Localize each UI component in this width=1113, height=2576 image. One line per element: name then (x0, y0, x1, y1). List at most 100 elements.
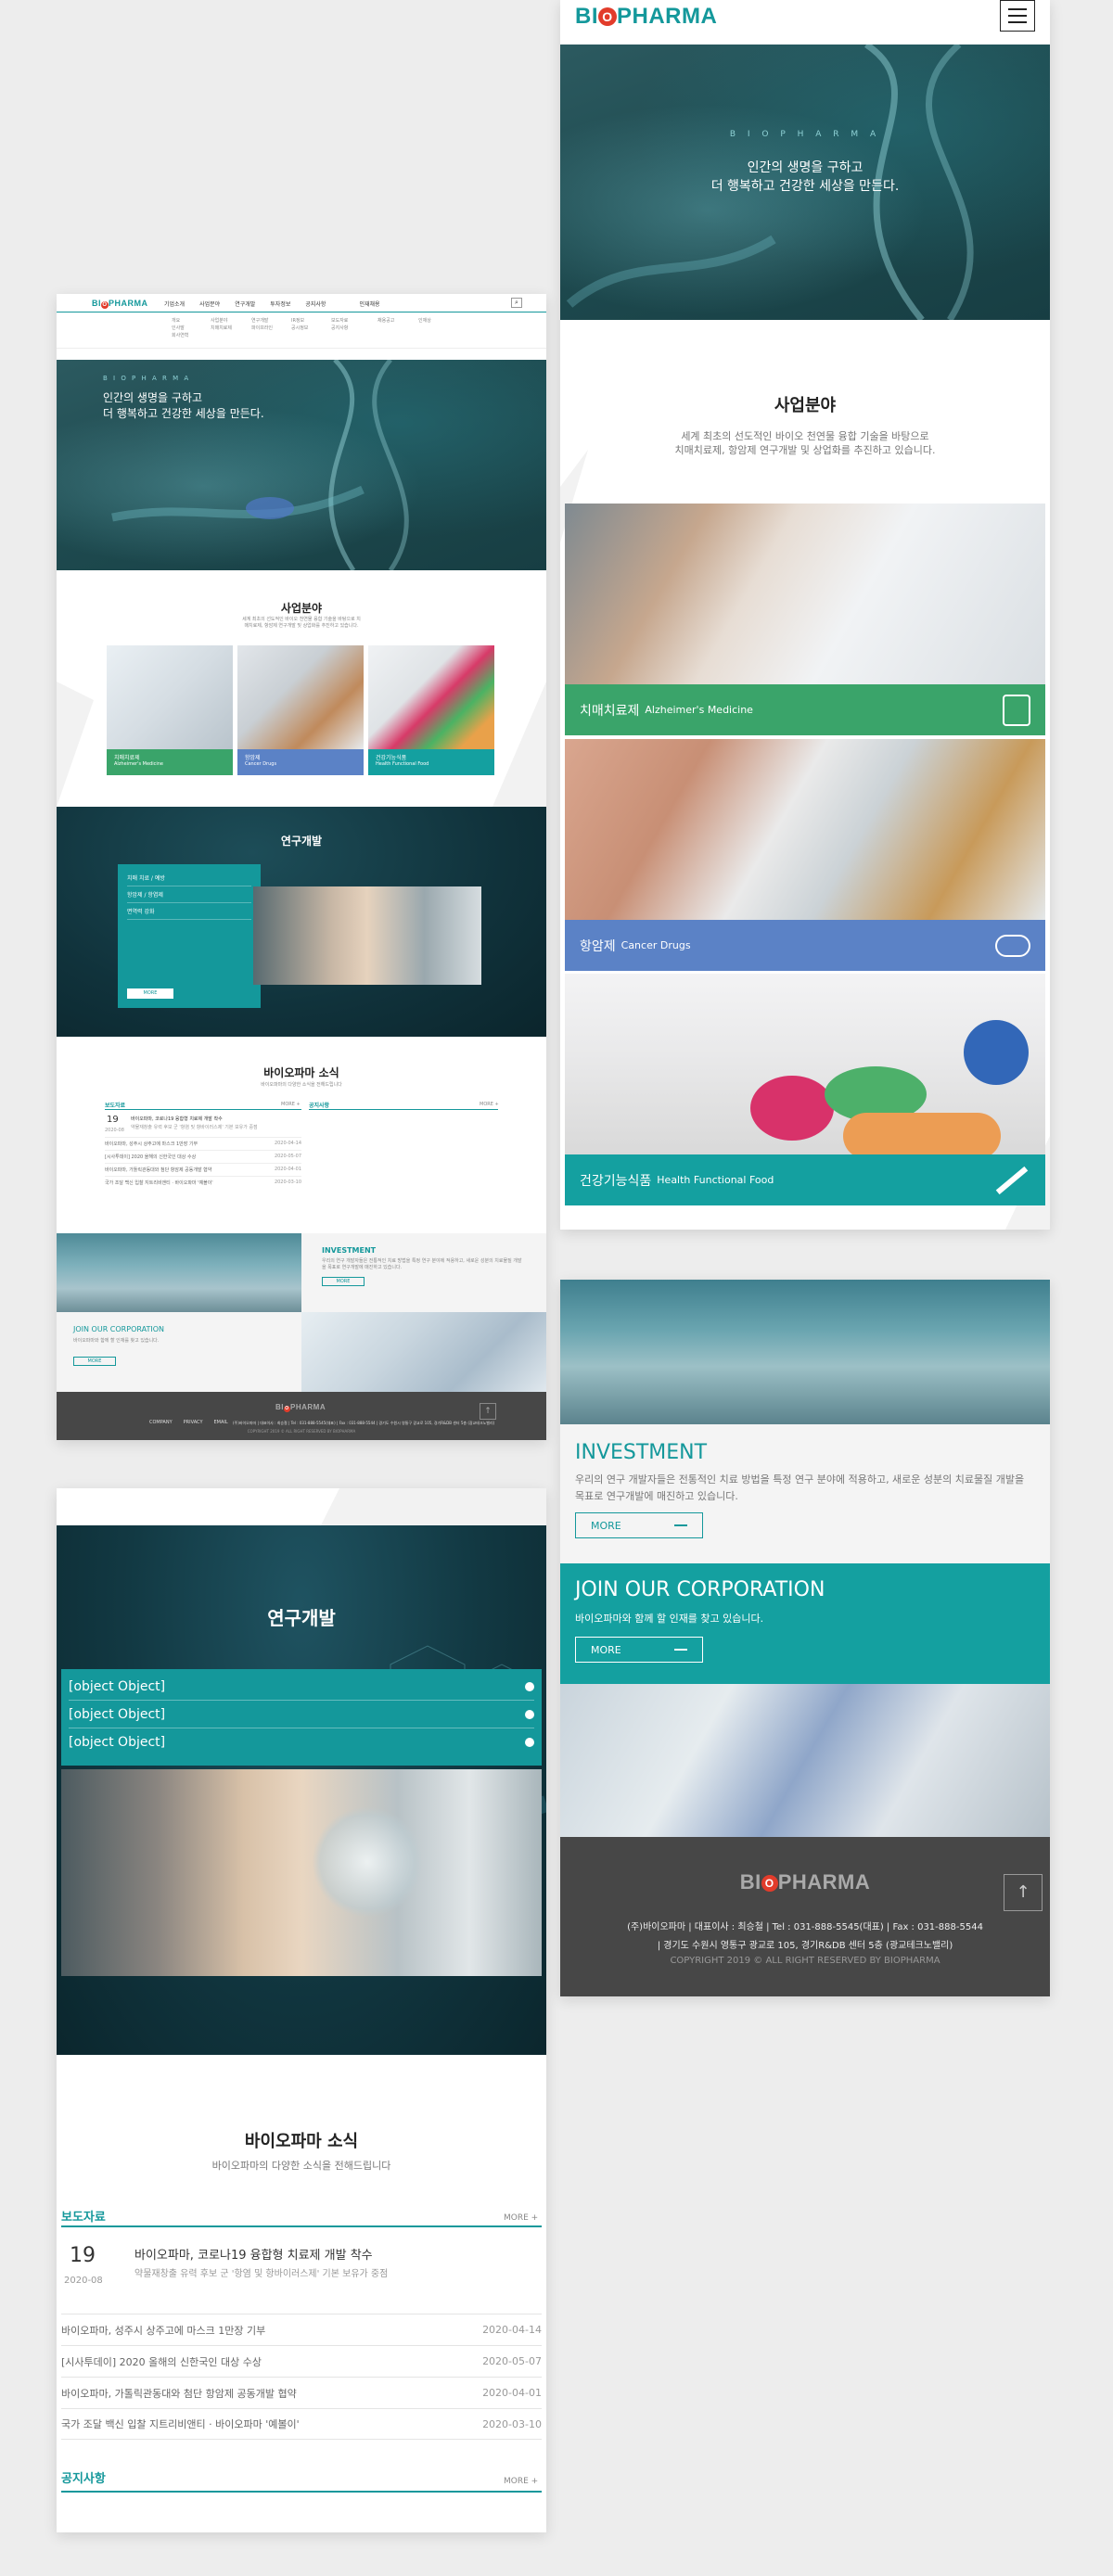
footer-info: (주)바이오파마 | 대표이사 : 최승철 | Tel : 031-888-55… (233, 1421, 495, 1425)
submenu-link[interactable]: 채용공고 (377, 317, 394, 325)
scientist-image (253, 886, 481, 985)
press-more-link[interactable]: MORE + (281, 1102, 301, 1107)
card-subtitle: Cancer Drugs (620, 939, 691, 951)
bullet-dot-icon (525, 1681, 534, 1691)
submenu-link[interactable]: 회사연혁 (172, 332, 188, 339)
mobile-footer-line-1: (주)바이오파마 | 대표이사 : 최승철 | Tel : 031-888-55… (627, 1922, 983, 1932)
news-row[interactable]: 바이오파마, 성주시 상주고에 마스크 1만장 기부 2020-04-14 (61, 2314, 542, 2345)
submenu-link[interactable]: IR정보 (291, 317, 308, 325)
investment-desc: 우리의 연구 개발자들은 전통적인 치료 방법을 특정 연구 분야에 적용하고,… (322, 1258, 522, 1270)
rnd-item[interactable]: [object Object] (69, 1673, 534, 1701)
news-row[interactable]: [시사투데이] 2020 올해의 신한국인 대상 수상 2020-05-07 (61, 2345, 542, 2377)
join-more-button[interactable]: MORE (73, 1357, 116, 1366)
mobile-rnd-mockup: 연구개발 [object Object] [object Object] [ob… (57, 1488, 546, 2532)
mobile-hero-line-2: 더 행복하고 건강한 세상을 만든다. (710, 179, 900, 194)
footer-link[interactable]: PRIVACY (184, 1420, 203, 1425)
card-title: 항암제 (580, 938, 616, 954)
mobile-notice-more-link[interactable]: MORE + (504, 2477, 538, 2486)
submenu-link[interactable]: 공지사항 (331, 325, 348, 332)
nav-item[interactable]: 투자정보 (270, 300, 290, 308)
rnd-item[interactable]: [object Object] (69, 1701, 534, 1728)
mobile-join-more-button[interactable]: MORE (575, 1637, 703, 1663)
business-card[interactable]: 치매치료제 Alzheimer's Medicine (107, 645, 233, 775)
rnd-item[interactable]: [object Object] (69, 1728, 534, 1756)
nav-item[interactable]: 연구개발 (235, 300, 255, 308)
rnd-item[interactable]: 항암제 / 항염제 (127, 886, 251, 903)
diagonal-decoration (321, 1488, 546, 1525)
rnd-item[interactable]: 면역력 강화 (127, 903, 251, 920)
mobile-biz-desc-2: 치매치료제, 항암제 연구개발 및 상업화를 추진하고 있습니다. (674, 444, 936, 456)
bullet-dot-icon (525, 1738, 534, 1747)
mobile-featured-title[interactable]: 바이오파마, 코로나19 융합형 치료제 개발 착수 (134, 2245, 373, 2263)
press-label[interactable]: 보도자료 (105, 1101, 125, 1109)
mobile-join-desc: 바이오파마와 함께 할 인재를 찾고 있습니다. (575, 1613, 764, 1625)
card-title: 치매치료제 (580, 703, 640, 719)
desktop-logo[interactable]: BIOPHARMA (92, 299, 148, 309)
desktop-news-section: 바이오파마 소식 바이오파마의 다양한 소식을 전해드립니다 보도자료 MORE… (57, 1037, 546, 1233)
mobile-footer: BI O PHARMA (주)바이오파마 | 대표이사 : 최승철 | Tel : … (560, 1837, 1050, 1996)
rnd-more-button[interactable]: MORE (127, 988, 173, 999)
scroll-top-icon[interactable]: ↑ (480, 1403, 496, 1420)
news-title: 바이오파마 소식 (263, 1066, 339, 1079)
card-subtitle: Cancer Drugs (245, 761, 277, 767)
mobile-press-more-link[interactable]: MORE + (504, 2213, 538, 2223)
submenu-link[interactable]: 사업분야 (211, 317, 232, 325)
mobile-join-image (560, 1684, 1050, 1837)
investment-more-button[interactable]: MORE (322, 1277, 365, 1286)
submenu-link[interactable]: 파이프라인 (251, 325, 273, 332)
scroll-top-icon[interactable]: ↑ (1004, 1874, 1043, 1911)
mobile-biz-title: 사업분야 (774, 396, 837, 415)
mobile-investment-more-button[interactable]: MORE (575, 1512, 703, 1538)
news-subtitle: 바이오파마의 다양한 소식을 전해드립니다 (261, 1082, 342, 1088)
business-card[interactable]: 건강기능식품 Health Functional Food (368, 645, 494, 775)
business-card[interactable]: 항암제 Cancer Drugs (237, 645, 364, 775)
desktop-header: BIOPHARMA 기업소개 사업분야 연구개발 투자정보 공지사항 인재채용 … (57, 294, 546, 312)
submenu-link[interactable]: 연구개발 (251, 317, 273, 325)
footer-link[interactable]: EMAIL (214, 1420, 228, 1425)
submenu-link[interactable]: 인사말 (172, 325, 188, 332)
mobile-scientist-image (61, 1769, 542, 1976)
submenu-link[interactable]: 인재상 (418, 317, 431, 325)
mobile-rnd-section: 연구개발 [object Object] [object Object] [ob… (57, 1525, 546, 2055)
card-subtitle: Health Functional Food (657, 1174, 774, 1186)
mobile-hero: B I O P H A R M A 인간의 생명을 구하고 더 행복하고 건강한… (560, 45, 1050, 320)
mobile-investment: INVESTMENT 우리의 연구 개발자들은 전통적인 치료 방법을 특정 연… (560, 1424, 1050, 1563)
mobile-biz-card[interactable]: 항암제 Cancer Drugs (565, 739, 1045, 971)
mobile-press-label[interactable]: 보도자료 (61, 2207, 106, 2225)
mobile-biz-card[interactable]: 건강기능식품 Health Functional Food (565, 974, 1045, 1205)
footer-copyright: COPYRIGHT 2019 © ALL RIGHT RESERVED BY B… (247, 1429, 356, 1434)
news-row[interactable]: [시사투데이] 2020 올해의 신한국인 대상 수상 2020-05-07 (105, 1150, 301, 1163)
mobile-rnd-menu: [object Object] [object Object] [object … (61, 1669, 542, 1766)
business-desc: 세계 최초의 선도적인 바이오 천연물 융합 기술을 바탕으로 치매치료제, 항… (242, 617, 361, 629)
rnd-item[interactable]: 치매 치료 / 예방 (127, 870, 251, 886)
submenu-link[interactable]: 개요 (172, 317, 188, 325)
news-row[interactable]: 국가 조달 백신 입찰 지트리비앤티 · 바이오파마 '예볼이' 2020-03-… (105, 1176, 301, 1189)
nav-item[interactable]: 사업분야 (199, 300, 220, 308)
nav-item[interactable]: 공지사항 (305, 300, 326, 308)
nav-item[interactable]: 기업소개 (164, 300, 185, 308)
search-icon[interactable]: ⌕ (511, 298, 522, 308)
footer-link[interactable]: COMPANY (149, 1420, 173, 1425)
desktop-business-section: 사업분야 세계 최초의 선도적인 바이오 천연물 융합 기술을 바탕으로 치매치… (57, 570, 546, 807)
news-row[interactable]: 바이오파마, 가톨릭관동대와 첨단 항암제 공동개발 협약 2020-04-01 (61, 2377, 542, 2408)
news-row[interactable]: 바이오파마, 가톨릭관동대와 첨단 항암제 공동개발 협약 2020-04-01 (105, 1163, 301, 1176)
mobile-logo[interactable]: BI O PHARMA (575, 4, 717, 30)
submenu-link[interactable]: 공시정보 (291, 325, 308, 332)
mobile-featured-desc: 약물재창출 유력 후보 군 '항염 및 항바이러스제' 기본 보유가 중점 (134, 2269, 389, 2279)
desktop-submenu: 개요 인사말 회사연혁 사업분야 치매치료제 연구개발 파이프라인 IR정보 공… (57, 313, 546, 349)
mobile-notice-label[interactable]: 공지사항 (61, 2468, 106, 2486)
hamburger-menu-icon[interactable] (1000, 0, 1035, 32)
mobile-news-title: 바이오파마 소식 (244, 2132, 359, 2151)
featured-news-title[interactable]: 바이오파마, 코로나19 융합형 치료제 개발 착수 (131, 1116, 223, 1122)
nav-item[interactable]: 인재채용 (359, 300, 379, 308)
news-row[interactable]: 바이오파마, 성주시 상주고에 마스크 1만장 기부 2020-04-14 (105, 1137, 301, 1150)
mobile-header: BI O PHARMA (560, 0, 1050, 45)
notice-more-link[interactable]: MORE + (480, 1102, 499, 1107)
capsule-icon (995, 934, 1030, 957)
submenu-link[interactable]: 보도자료 (331, 317, 348, 325)
news-row[interactable]: 국가 조달 백신 입찰 지트리비앤티 · 바이오파마 '예볼이' 2020-03-… (61, 2408, 542, 2440)
submenu-link[interactable]: 치매치료제 (211, 325, 232, 332)
mobile-biz-card[interactable]: 치매치료제 Alzheimer's Medicine (565, 504, 1045, 735)
card-title: 치매치료제 (114, 755, 140, 761)
notice-label[interactable]: 공지사항 (309, 1101, 329, 1109)
